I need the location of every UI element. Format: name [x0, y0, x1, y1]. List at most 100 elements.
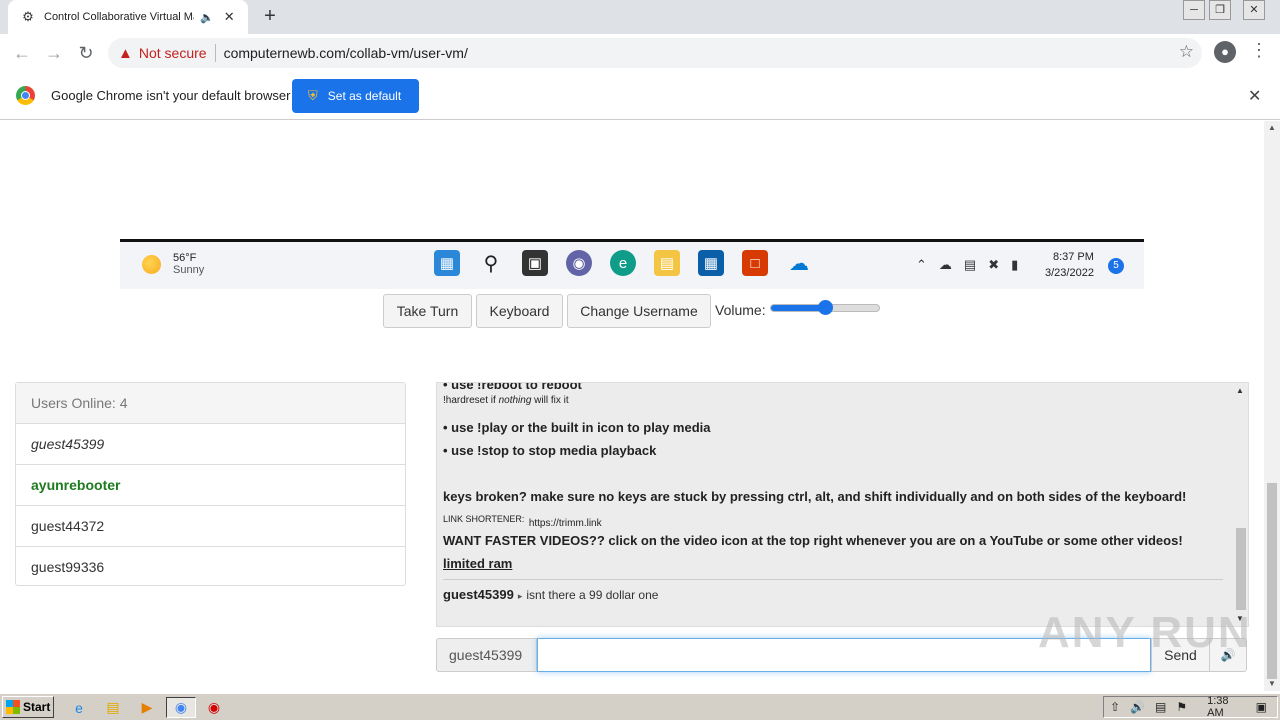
store-icon[interactable]: ▦	[698, 250, 724, 276]
omnibox-divider	[214, 44, 216, 62]
chat-scrollbar[interactable]: ▲ ▼	[1233, 383, 1248, 626]
page-scrollbar[interactable]: ▲ ▼	[1264, 121, 1280, 691]
cloud-icon[interactable]: ☁	[939, 257, 952, 273]
search-icon[interactable]: ⚲	[478, 250, 504, 276]
tab-audio-icon[interactable]: 🔈	[200, 11, 214, 24]
chat-arrow-icon: ▸	[517, 591, 523, 601]
chat-message-text: isnt there a 99 dollar one	[526, 588, 659, 602]
hardreset-text-pre: !hardreset if	[443, 395, 499, 406]
volume-slider[interactable]	[770, 300, 880, 315]
weather-temp: 56°F	[173, 252, 197, 264]
reload-icon[interactable]: ↻	[74, 41, 98, 65]
page-scroll-thumb[interactable]	[1267, 483, 1277, 679]
user-list-item[interactable]: guest99336	[16, 547, 405, 588]
anyrun-watermark: ANY RUN	[1038, 608, 1252, 657]
vm-screen[interactable]: 56°F Sunny ▦ ⚲ ▣ ◉ e ▤ ▦ □ ☁ ⌃ ☁ ▤ ✖ ▮ 8…	[120, 239, 1144, 289]
battery-icon[interactable]: ▮	[1011, 257, 1018, 273]
tab-title: Control Collaborative Virtual Ma	[44, 11, 194, 23]
user-list-item[interactable]: ayunrebooter	[16, 465, 405, 506]
volume-fill	[771, 305, 825, 311]
alert-app-icon[interactable]: ◉	[203, 697, 225, 718]
keyboard-button[interactable]: Keyboard	[476, 294, 563, 328]
back-arrow-icon[interactable]: ←	[10, 41, 34, 65]
url-text[interactable]: computernewb.com/collab-vm/user-vm/	[224, 45, 468, 61]
take-turn-button[interactable]: Take Turn	[383, 294, 472, 328]
vm-weather-widget[interactable]: 56°F Sunny	[142, 252, 204, 276]
chrome-taskbar-icon[interactable]: ◉	[166, 697, 196, 718]
vm-clock[interactable]: 8:37 PM 3/23/2022	[1045, 249, 1094, 281]
show-desktop-icon[interactable]: ▣	[1256, 700, 1267, 714]
chat-rule-hardreset: !hardreset if nothing will fix it	[443, 395, 1223, 406]
chevron-up-icon[interactable]: ⌃	[916, 257, 927, 273]
default-browser-infobar: Google Chrome isn't your default browser…	[0, 72, 1280, 120]
profile-avatar-icon[interactable]: ●	[1214, 41, 1236, 63]
browser-tab[interactable]: ⚙ Control Collaborative Virtual Ma 🔈 ✕	[8, 0, 248, 34]
windows-flag-icon	[6, 700, 20, 714]
weather-condition: Sunny	[173, 264, 205, 276]
tray-arrow-icon[interactable]: ⇧	[1110, 700, 1120, 714]
chat-link-shortener: LINK SHORTENER: https://trimm.link	[443, 509, 1223, 529]
security-label[interactable]: Not secure	[139, 45, 207, 61]
vm-clock-time: 8:37 PM	[1052, 251, 1094, 263]
office-icon[interactable]: □	[742, 250, 768, 276]
chat-rule-stop: • use !stop to stop media playback	[443, 443, 657, 458]
speaker-tray-icon[interactable]: 🔊	[1130, 700, 1145, 714]
os-clock[interactable]: 1:38 AM	[1207, 695, 1242, 719]
chat-panel[interactable]: • use !reboot to reboot !hardreset if no…	[436, 382, 1249, 627]
page-scroll-down-icon[interactable]: ▼	[1268, 679, 1276, 688]
network-tray-icon[interactable]: ▤	[1155, 700, 1166, 714]
hardreset-text-em: nothing	[498, 395, 532, 406]
limited-ram-link[interactable]: limited ram	[443, 556, 1223, 571]
task-view-icon[interactable]: ▣	[522, 250, 548, 276]
windows-start-icon[interactable]: ▦	[434, 250, 460, 276]
vm-taskbar-icons: ▦ ⚲ ▣ ◉ e ▤ ▦ □ ☁	[434, 250, 830, 276]
page-scroll-up-icon[interactable]: ▲	[1268, 123, 1276, 132]
change-username-button[interactable]: Change Username	[567, 294, 711, 328]
ie-icon[interactable]: e	[68, 697, 90, 718]
chat-rule-reboot: • use !reboot to reboot	[443, 382, 582, 392]
user-list-item[interactable]: guest44372	[16, 506, 405, 547]
chat-scroll-up-icon[interactable]: ▲	[1236, 386, 1244, 395]
volume-label: Volume:	[715, 302, 766, 318]
minimize-button[interactable]: ─	[1183, 0, 1205, 20]
forward-arrow-icon[interactable]: →	[42, 41, 66, 65]
file-explorer-icon[interactable]: ▤	[654, 250, 680, 276]
chat-rule-keys: keys broken? make sure no keys are stuck…	[443, 489, 1187, 504]
user-list-item[interactable]: guest45399	[16, 424, 405, 465]
chat-rule-videos: WANT FASTER VIDEOS?? click on the video …	[443, 533, 1183, 548]
edge-icon[interactable]: e	[610, 250, 636, 276]
link-shortener-label: LINK SHORTENER:	[443, 514, 525, 524]
flag-tray-icon[interactable]: ⚑	[1176, 700, 1187, 714]
onedrive-icon[interactable]: ☁	[786, 250, 812, 276]
os-taskbar: Start e ▤ ▶ ◉ ◉ ⇧ 🔊 ▤ ⚑ 1:38 AM ▣	[0, 693, 1280, 720]
browser-tab-strip: ⚙ Control Collaborative Virtual Ma 🔈 ✕ +…	[0, 0, 1280, 34]
chat-message: guest45399 ▸ isnt there a 99 dollar one	[443, 586, 1223, 604]
volume-muted-icon[interactable]: ✖	[988, 257, 999, 273]
new-tab-button[interactable]: +	[258, 4, 282, 28]
address-bar[interactable]: ▲ Not secure computernewb.com/collab-vm/…	[108, 38, 1202, 68]
notification-badge[interactable]: 5	[1108, 258, 1124, 274]
menu-kebab-icon[interactable]: ⋮	[1250, 40, 1268, 61]
window-close-button[interactable]: ✕	[1243, 0, 1265, 20]
chat-scroll-thumb[interactable]	[1236, 528, 1246, 610]
start-label: Start	[23, 700, 51, 714]
chat-rule-play: • use !play or the built in icon to play…	[443, 420, 711, 435]
chrome-logo-icon	[16, 86, 35, 105]
tab-close-icon[interactable]: ✕	[224, 9, 235, 25]
users-online-header: Users Online: 4	[16, 383, 405, 424]
restore-button[interactable]: ❐	[1209, 0, 1231, 20]
start-button[interactable]: Start	[2, 696, 54, 718]
bookmark-star-icon[interactable]: ☆	[1179, 42, 1194, 62]
set-default-button[interactable]: ⛨ Set as default	[292, 79, 419, 113]
link-shortener-url[interactable]: https://trimm.link	[529, 518, 602, 529]
folder-icon[interactable]: ▤	[102, 697, 124, 718]
teams-chat-icon[interactable]: ◉	[566, 250, 592, 276]
warning-icon[interactable]: ▲	[118, 45, 133, 62]
infobar-close-icon[interactable]: ✕	[1248, 86, 1261, 106]
chat-username-label: guest45399	[436, 638, 537, 672]
media-player-icon[interactable]: ▶	[136, 697, 158, 718]
sun-icon	[142, 254, 161, 274]
browser-toolbar: ← → ↻ ▲ Not secure computernewb.com/coll…	[0, 34, 1280, 72]
network-icon[interactable]: ▤	[964, 257, 976, 273]
volume-thumb[interactable]	[817, 300, 833, 315]
